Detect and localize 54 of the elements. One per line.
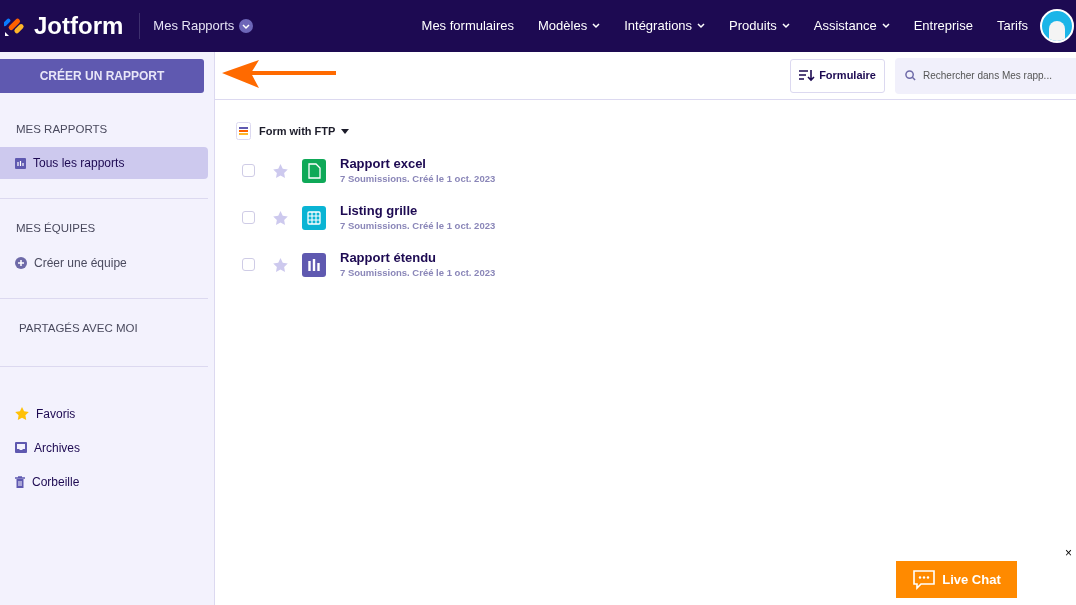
chevron-down-icon: [881, 23, 890, 29]
report-meta: 7 Soumissions. Créé le 1 oct. 2023: [340, 265, 496, 280]
star-icon: [15, 407, 29, 421]
chat-bubble-icon: [912, 569, 937, 590]
sidebar-item[interactable]: Corbeille: [0, 464, 208, 499]
close-button[interactable]: ×: [1065, 544, 1072, 562]
sidebar-item[interactable]: Créer une équipe: [0, 246, 208, 279]
avatar[interactable]: [1040, 9, 1074, 43]
bar-chart-icon: [15, 157, 26, 169]
bar-chart-icon: [302, 252, 326, 277]
chevron-down-icon: [697, 23, 706, 29]
section-heading: MES RAPPORTS: [15, 122, 109, 137]
star-icon[interactable]: [273, 257, 288, 272]
chevron-down-icon: [781, 23, 790, 29]
report-name[interactable]: Rapport étendu: [340, 249, 496, 266]
nav-link[interactable]: Mes formulaires: [421, 16, 515, 36]
report-meta: 7 Soumissions. Créé le 1 oct. 2023: [340, 171, 496, 186]
section-dropdown[interactable]: Mes Rapports: [153, 16, 254, 36]
caret-icon: [341, 128, 350, 134]
sort-button[interactable]: Formulaire: [790, 58, 885, 93]
checkbox[interactable]: [242, 258, 255, 271]
brand-name[interactable]: Jotform: [34, 8, 124, 44]
nav-link[interactable]: Modèles: [538, 16, 601, 36]
report-name[interactable]: Rapport excel: [340, 155, 496, 172]
checkbox[interactable]: [242, 211, 255, 224]
nav-link[interactable]: Assistance: [813, 16, 890, 36]
spreadsheet-icon: [302, 158, 326, 183]
nav-link[interactable]: Intégrations: [624, 16, 706, 36]
chevron-down-icon: [592, 23, 601, 29]
report-name[interactable]: Listing grille: [340, 202, 496, 219]
logo-icon[interactable]: [4, 15, 26, 37]
chevron-circle-icon: [239, 19, 254, 33]
inbox-icon: [15, 442, 27, 454]
star-icon[interactable]: [273, 210, 288, 225]
sidebar-item[interactable]: Archives: [0, 430, 208, 465]
trash-icon: [15, 475, 25, 488]
form-icon: [236, 122, 251, 140]
sidebar-item[interactable]: Tous les rapports: [0, 147, 208, 180]
create-report-button[interactable]: CRÉER UN RAPPORT: [0, 59, 204, 93]
search-field[interactable]: Rechercher dans Mes rapp...: [895, 57, 1076, 94]
nav-link[interactable]: Entreprise: [913, 16, 973, 36]
report-meta: 7 Soumissions. Créé le 1 oct. 2023: [340, 218, 496, 233]
sidebar-item[interactable]: Favoris: [0, 396, 208, 431]
nav-link[interactable]: Produits: [729, 16, 790, 36]
table-icon: [302, 205, 326, 230]
plus-circle-icon: [15, 256, 27, 269]
star-icon[interactable]: [273, 163, 288, 178]
sort-icon: [799, 69, 816, 82]
checkbox[interactable]: [242, 164, 255, 177]
section-heading: MES ÉQUIPES: [15, 221, 97, 237]
form-group-dropdown[interactable]: Form with FTP: [259, 122, 350, 140]
section-heading: PARTAGÉS AVEC MOI: [18, 320, 139, 336]
search-icon: [905, 69, 916, 81]
nav-link[interactable]: Tarifs: [996, 16, 1028, 36]
